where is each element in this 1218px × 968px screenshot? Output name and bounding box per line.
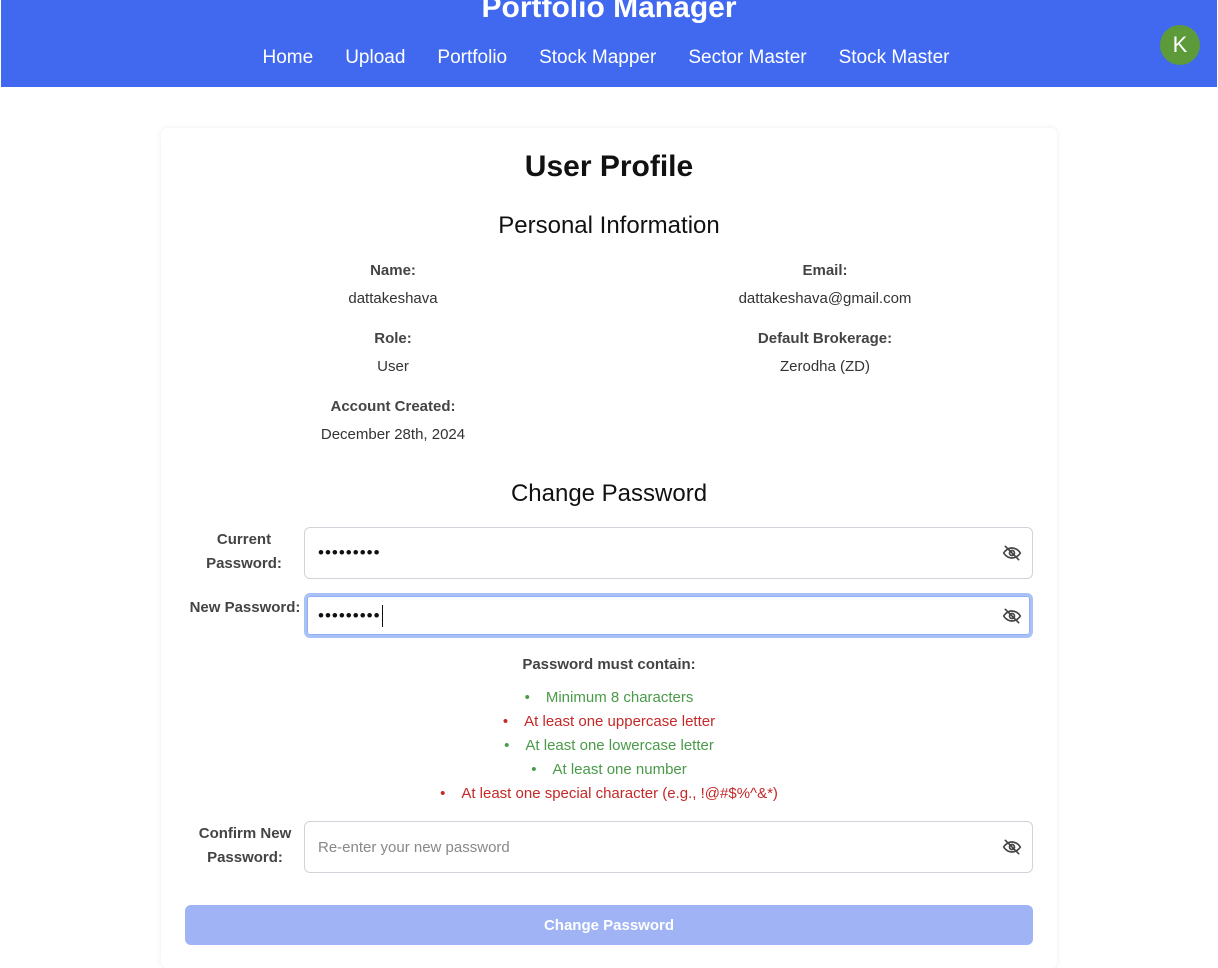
personal-info-title: Personal Information [498,212,720,239]
email-label: Email: [802,262,848,279]
eye-off-icon[interactable] [1002,606,1022,626]
current-password-input[interactable]: ••••••••• [304,527,1033,579]
requirements-list: Minimum 8 characters At least one upperc… [0,686,1218,806]
new-password-input[interactable]: ••••••••• [304,593,1033,638]
new-password-value: ••••••••• [318,604,383,627]
role-value: User [377,358,409,375]
eye-off-icon[interactable] [1002,543,1022,563]
nav-stock-mapper[interactable]: Stock Mapper [523,45,672,71]
nav-home[interactable]: Home [247,45,330,71]
nav-stock-master[interactable]: Stock Master [823,45,966,71]
confirm-password-input[interactable]: Re-enter your new password [304,821,1033,873]
role-label: Role: [374,330,412,347]
email-value: dattakeshava@gmail.com [738,290,912,307]
account-created-label: Account Created: [330,398,456,415]
requirement-number: At least one number [0,758,1218,782]
confirm-password-label: Confirm New Password: [198,825,292,866]
app-title: Portfolio Manager [481,0,737,24]
change-password-button[interactable]: Change Password [185,905,1033,945]
brokerage-value: Zerodha (ZD) [779,358,871,375]
user-avatar[interactable]: K [1160,25,1200,65]
current-password-value: ••••••••• [318,543,381,562]
new-password-label: New Password: [189,599,301,616]
change-password-title: Change Password [510,480,708,507]
nav-sector-master[interactable]: Sector Master [672,45,822,71]
nav-portfolio[interactable]: Portfolio [421,45,523,71]
requirement-special: At least one special character (e.g., !@… [0,782,1218,806]
eye-off-icon[interactable] [1002,837,1022,857]
brokerage-label: Default Brokerage: [757,330,893,347]
main-nav: Home Upload Portfolio Stock Mapper Secto… [1,45,1217,71]
name-label: Name: [370,262,416,279]
requirement-lowercase: At least one lowercase letter [0,734,1218,758]
name-value: dattakeshava [348,290,438,307]
requirement-uppercase: At least one uppercase letter [0,710,1218,734]
text-caret [381,604,383,627]
requirements-title: Password must contain: [522,656,696,673]
confirm-password-placeholder: Re-enter your new password [318,838,510,856]
page-title: User Profile [524,150,694,183]
top-header: Portfolio Manager Home Upload Portfolio … [1,0,1217,87]
current-password-label: Current Password: [206,531,282,572]
nav-upload[interactable]: Upload [329,45,421,71]
account-created-value: December 28th, 2024 [320,426,466,443]
requirement-min-length: Minimum 8 characters [0,686,1218,710]
